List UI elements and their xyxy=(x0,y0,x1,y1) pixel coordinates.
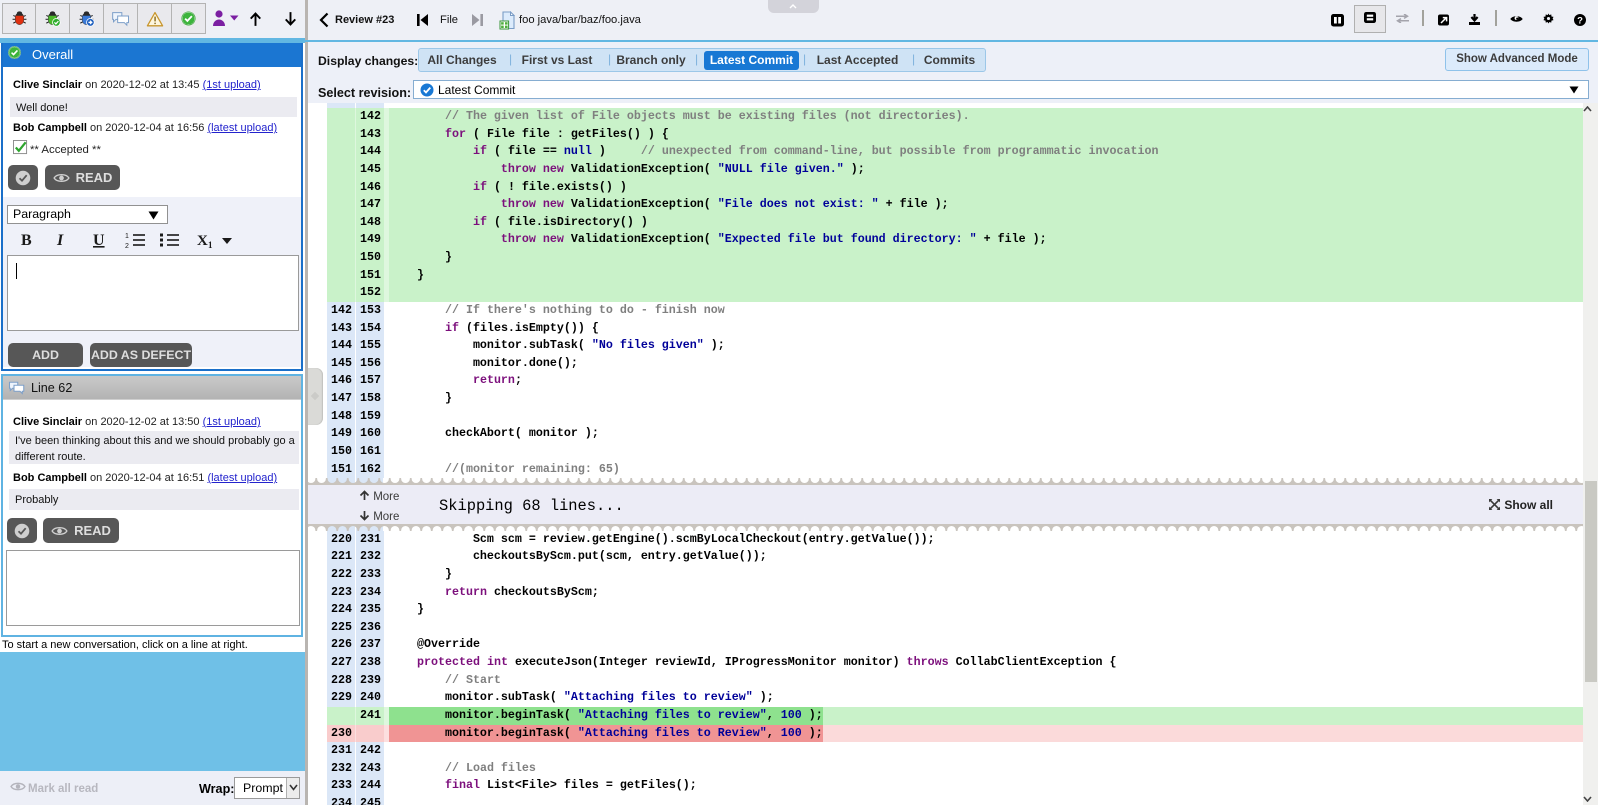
svg-text:B: B xyxy=(21,232,32,249)
svg-text:1: 1 xyxy=(125,233,129,240)
svg-text:I: I xyxy=(56,232,64,249)
svg-text:1: 1 xyxy=(208,240,213,250)
svg-text:2: 2 xyxy=(125,243,129,250)
svg-text:?: ? xyxy=(1577,15,1583,26)
svg-text:X: X xyxy=(197,233,208,249)
svg-text:U: U xyxy=(93,232,105,249)
